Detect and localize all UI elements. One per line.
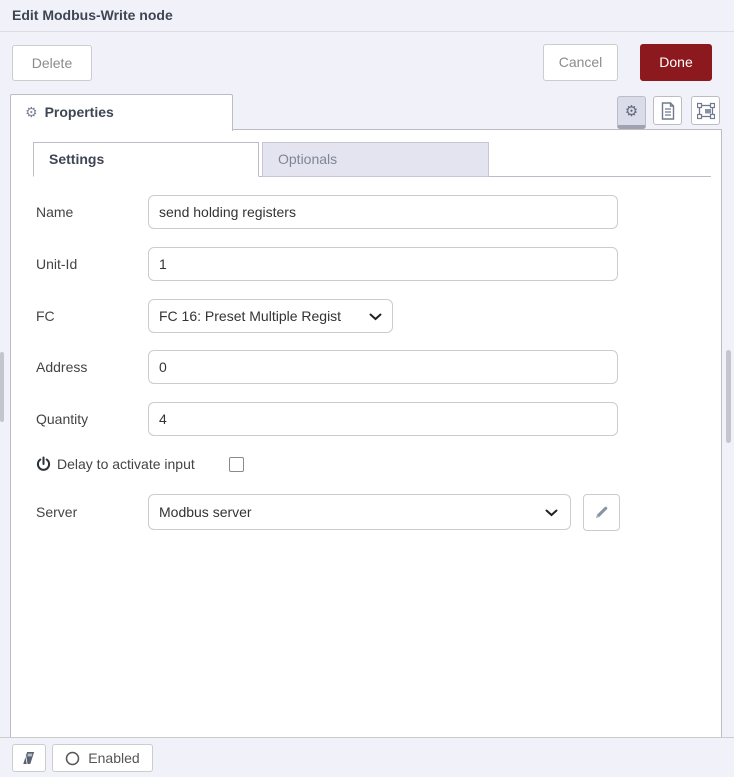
name-label: Name: [36, 204, 73, 220]
fc-selected-option: FC 16: Preset Multiple Regist: [159, 308, 341, 324]
address-label: Address: [36, 359, 87, 375]
dialog-title: Edit Modbus-Write node: [0, 0, 734, 32]
tab-optionals[interactable]: Optionals: [262, 142, 489, 177]
delay-label: Delay to activate input: [57, 456, 195, 472]
pencil-icon: [594, 505, 609, 520]
gear-icon: ⚙: [625, 104, 638, 119]
tab-settings[interactable]: Settings: [33, 142, 259, 177]
chevron-down-icon: [545, 509, 558, 517]
edit-server-button[interactable]: [583, 494, 620, 531]
node-edit-form: Settings Optionals Name Unit-Id FC FC 16…: [10, 129, 722, 737]
done-button[interactable]: Done: [640, 44, 712, 81]
properties-tab-label: Properties: [45, 104, 114, 120]
quantity-input[interactable]: [148, 402, 618, 436]
right-scrollbar[interactable]: [723, 129, 734, 737]
edit-node-dialog: Edit Modbus-Write node Delete Cancel Don…: [0, 0, 734, 777]
appearance-frame-icon: [697, 102, 715, 120]
status-circle-icon: [65, 751, 80, 766]
unit-id-input[interactable]: [148, 247, 618, 281]
document-icon: [660, 102, 676, 120]
delay-row: Delay to activate input: [36, 454, 195, 474]
node-appearance-button[interactable]: [691, 96, 720, 125]
library-button[interactable]: [12, 744, 46, 772]
settings-tab-label: Settings: [49, 151, 104, 167]
fc-label: FC: [36, 308, 55, 324]
unit-id-label: Unit-Id: [36, 256, 77, 272]
address-input[interactable]: [148, 350, 618, 384]
cancel-button[interactable]: Cancel: [543, 44, 618, 81]
gear-icon: ⚙: [25, 104, 38, 120]
optionals-tab-label: Optionals: [278, 151, 337, 167]
dialog-toolbar: Delete Cancel Done: [0, 32, 734, 90]
power-icon: [36, 456, 51, 472]
quantity-label: Quantity: [36, 411, 88, 427]
server-select[interactable]: Modbus server: [148, 494, 571, 530]
right-scrollbar-thumb[interactable]: [726, 350, 731, 443]
node-description-button[interactable]: [653, 96, 682, 125]
properties-tab-row: ⚙ Properties ⚙: [0, 90, 734, 130]
server-label: Server: [36, 504, 77, 520]
book-icon: [21, 750, 37, 766]
server-selected-option: Modbus server: [159, 504, 252, 520]
fc-select[interactable]: FC 16: Preset Multiple Regist: [148, 299, 393, 333]
delay-checkbox[interactable]: [229, 457, 244, 472]
enabled-toggle-button[interactable]: Enabled: [52, 744, 153, 772]
node-settings-button[interactable]: ⚙: [617, 96, 646, 129]
left-scrollbar-thumb[interactable]: [0, 352, 4, 422]
tab-properties[interactable]: ⚙ Properties: [10, 94, 233, 131]
chevron-down-icon: [369, 313, 382, 321]
enabled-label: Enabled: [88, 750, 139, 766]
dialog-footer: Enabled: [0, 737, 734, 777]
delete-button[interactable]: Delete: [12, 45, 92, 81]
name-input[interactable]: [148, 195, 618, 229]
